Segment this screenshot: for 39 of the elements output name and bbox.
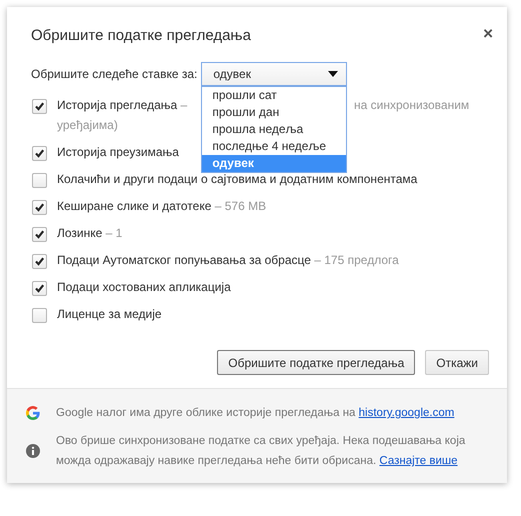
item-detail: – 175 предлога [314,253,399,267]
item-detail: – 1 [106,226,122,240]
item-label[interactable]: Историја прегледања [57,98,178,112]
checkbox[interactable] [32,99,47,114]
item-label[interactable]: Подаци Аутоматског попуњавања за обрасце [57,253,311,267]
footer-note: Google налог има друге облике историје прегледања на history.google.com [56,406,454,421]
item-detail: на синхронизованим [354,97,470,114]
footer-link[interactable]: history.google.com [358,407,454,419]
item-label[interactable]: Колачићи и други подаци о сајтовима и додатним компонентама [57,172,418,186]
caret-icon [328,71,338,77]
google-g-icon [26,406,40,420]
close-button[interactable]: × [483,27,493,41]
checkbox[interactable] [32,200,47,215]
item-label[interactable]: Лиценце за медије [57,307,162,321]
dropdown-option[interactable]: последње 4 недеље [202,138,346,155]
checkbox[interactable] [32,254,47,269]
item-detail: – [180,98,188,112]
dropdown-option[interactable]: прошли сат [202,87,346,104]
item-detail: – 576 MB [214,199,266,213]
period-label: Обришите следеће ставке за: [31,67,198,81]
footer-link[interactable]: Сазнајте више [379,455,458,467]
item-label[interactable]: Кеширане слике и датотеке [57,199,212,213]
checkbox[interactable] [32,308,47,323]
info-icon [26,444,40,458]
item-label[interactable]: Лозинке [57,226,102,240]
cancel-button[interactable]: Откажи [425,350,489,375]
item-label[interactable]: Историја преузимања [57,145,179,159]
clear-data-button[interactable]: Обришите податке прегледања [217,350,416,375]
dialog-title: Обришите податке прегледања [31,27,251,44]
dropdown-option[interactable]: прошла недеља [202,121,346,138]
period-select[interactable]: одувек [201,62,348,86]
checkbox[interactable] [32,173,47,188]
checkbox[interactable] [32,281,47,296]
footer-note: Ово брише синхронизоване податке са свих уређаја. Нека подешавања која можда одражавају навике прегледања неће бити обрисана. Сазнајте више [56,434,466,469]
checkbox[interactable] [32,146,47,161]
item-label[interactable]: Подаци хостованих апликација [57,280,231,294]
checkbox[interactable] [32,227,47,242]
item-detail: уређајима) [57,118,118,132]
dropdown-option[interactable]: прошли дан [202,104,346,121]
